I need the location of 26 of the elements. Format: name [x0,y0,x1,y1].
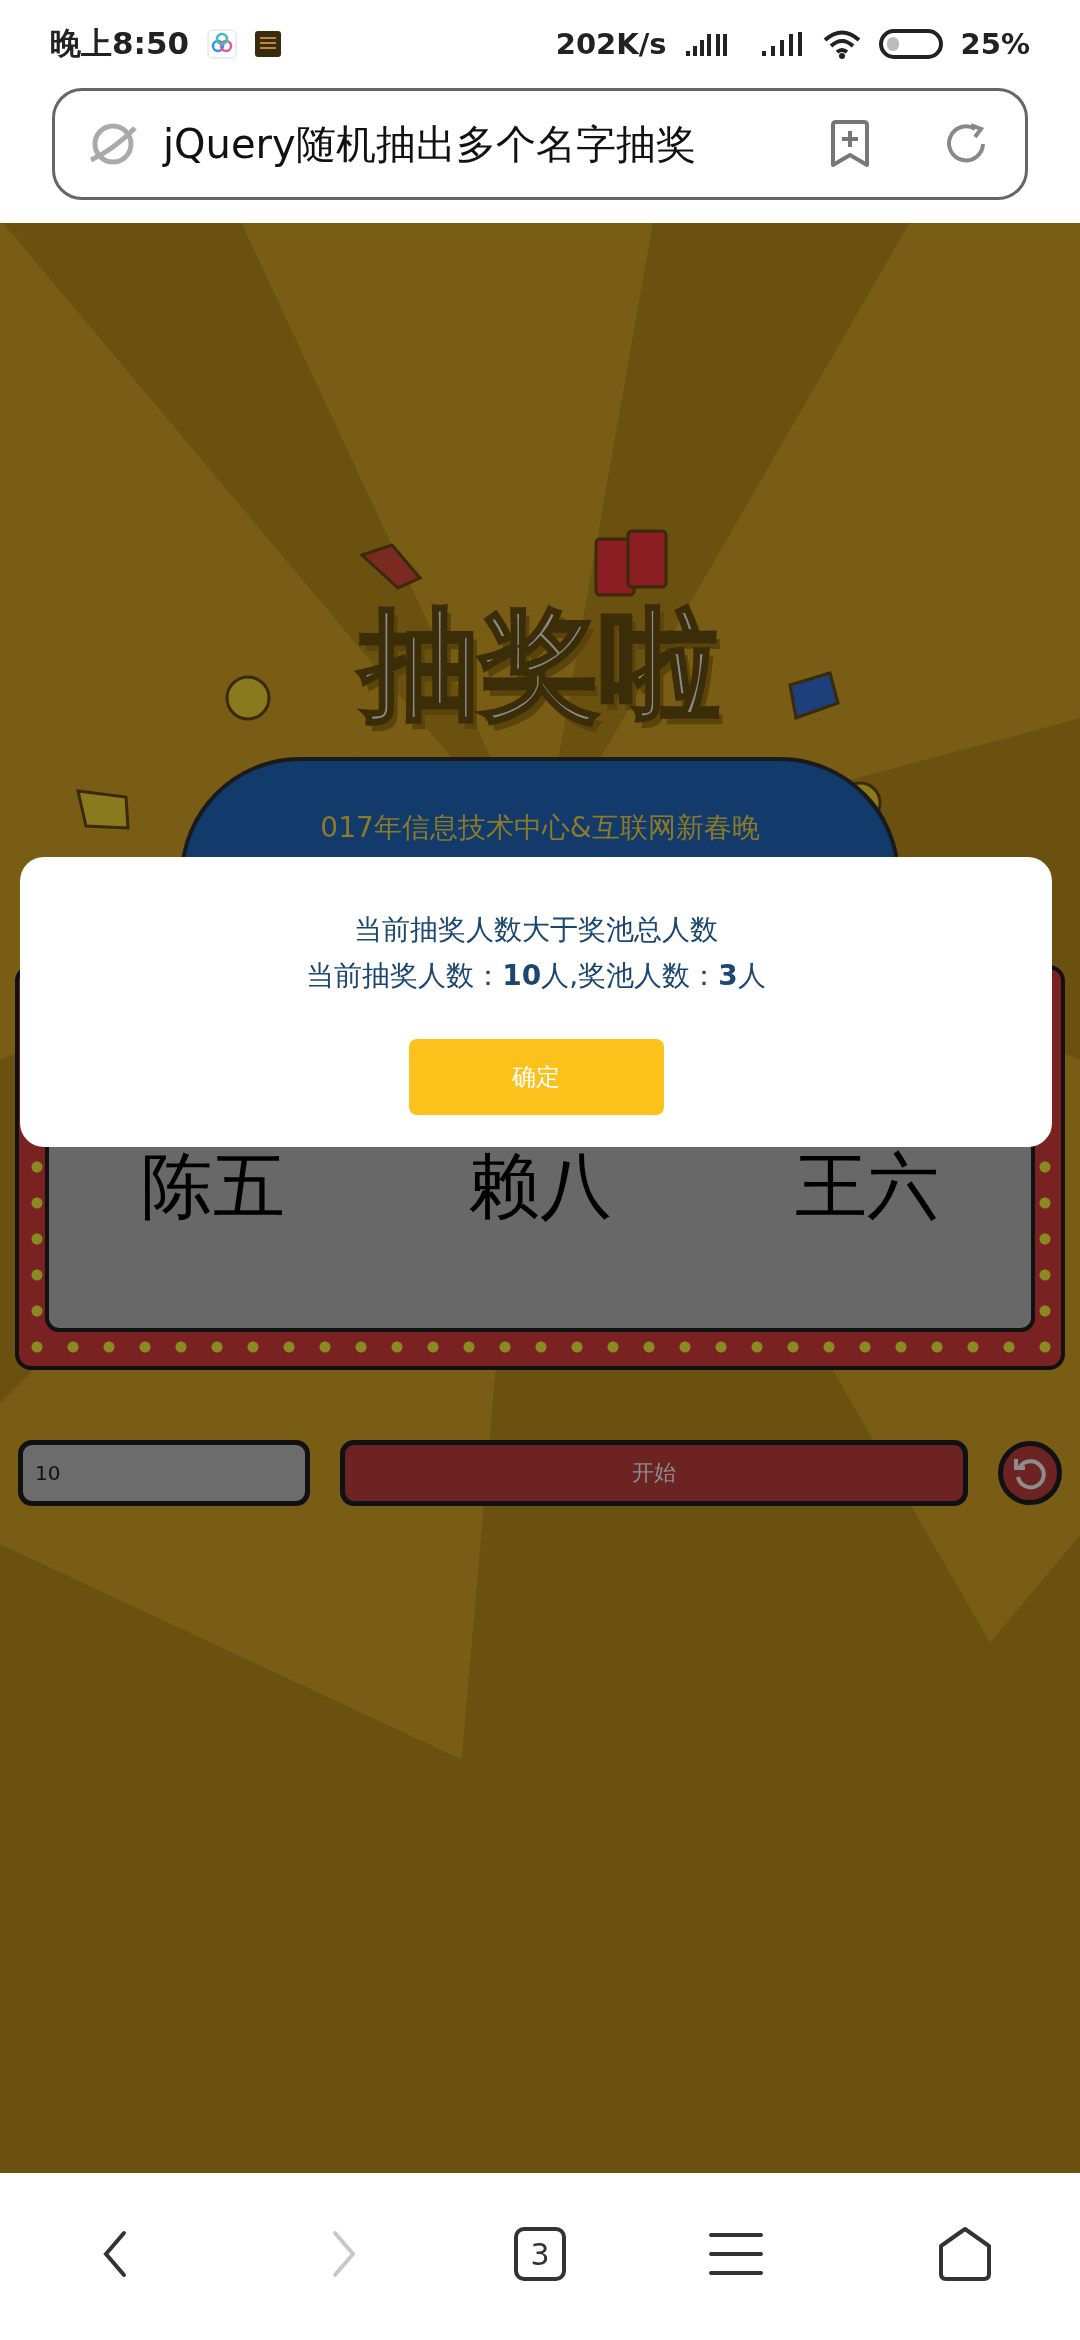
dialog-detail: 当前抽奖人数：10人,奖池人数：3人 [306,958,766,994]
app-icon [207,29,238,59]
wifi-icon [822,29,861,59]
app-icon [255,31,282,57]
battery-icon [878,28,943,60]
status-time: 晚上8:50 [50,24,190,63]
tabs-button[interactable]: 3 [514,2227,566,2281]
coin-icon [225,675,271,721]
name-text: 陈五 [140,1143,285,1230]
bookmark-add-icon[interactable] [829,119,871,169]
dialog-message: 当前抽奖人数大于奖池总人数 [354,912,718,948]
home-icon [937,2226,994,2282]
page-title: jQuery随机抽出多个名字抽奖 [163,119,697,169]
menu-icon [707,2231,764,2277]
banner-text: 017年信息技术中心&互联网新春晚 [320,810,760,846]
envelope-icon [359,543,423,590]
address-bar[interactable]: jQuery随机抽出多个名字抽奖 [52,88,1028,200]
signal-icon [760,29,805,59]
battery-level: 25% [960,27,1030,61]
name-text: 王六 [795,1143,940,1230]
network-speed: 202K/s [555,27,667,61]
start-button[interactable]: 开始 [340,1440,968,1506]
count-input[interactable]: 10 [18,1440,310,1506]
paper-icon [788,671,840,720]
envelope-icon [594,529,668,597]
name-text: 赖八 [468,1143,612,1230]
